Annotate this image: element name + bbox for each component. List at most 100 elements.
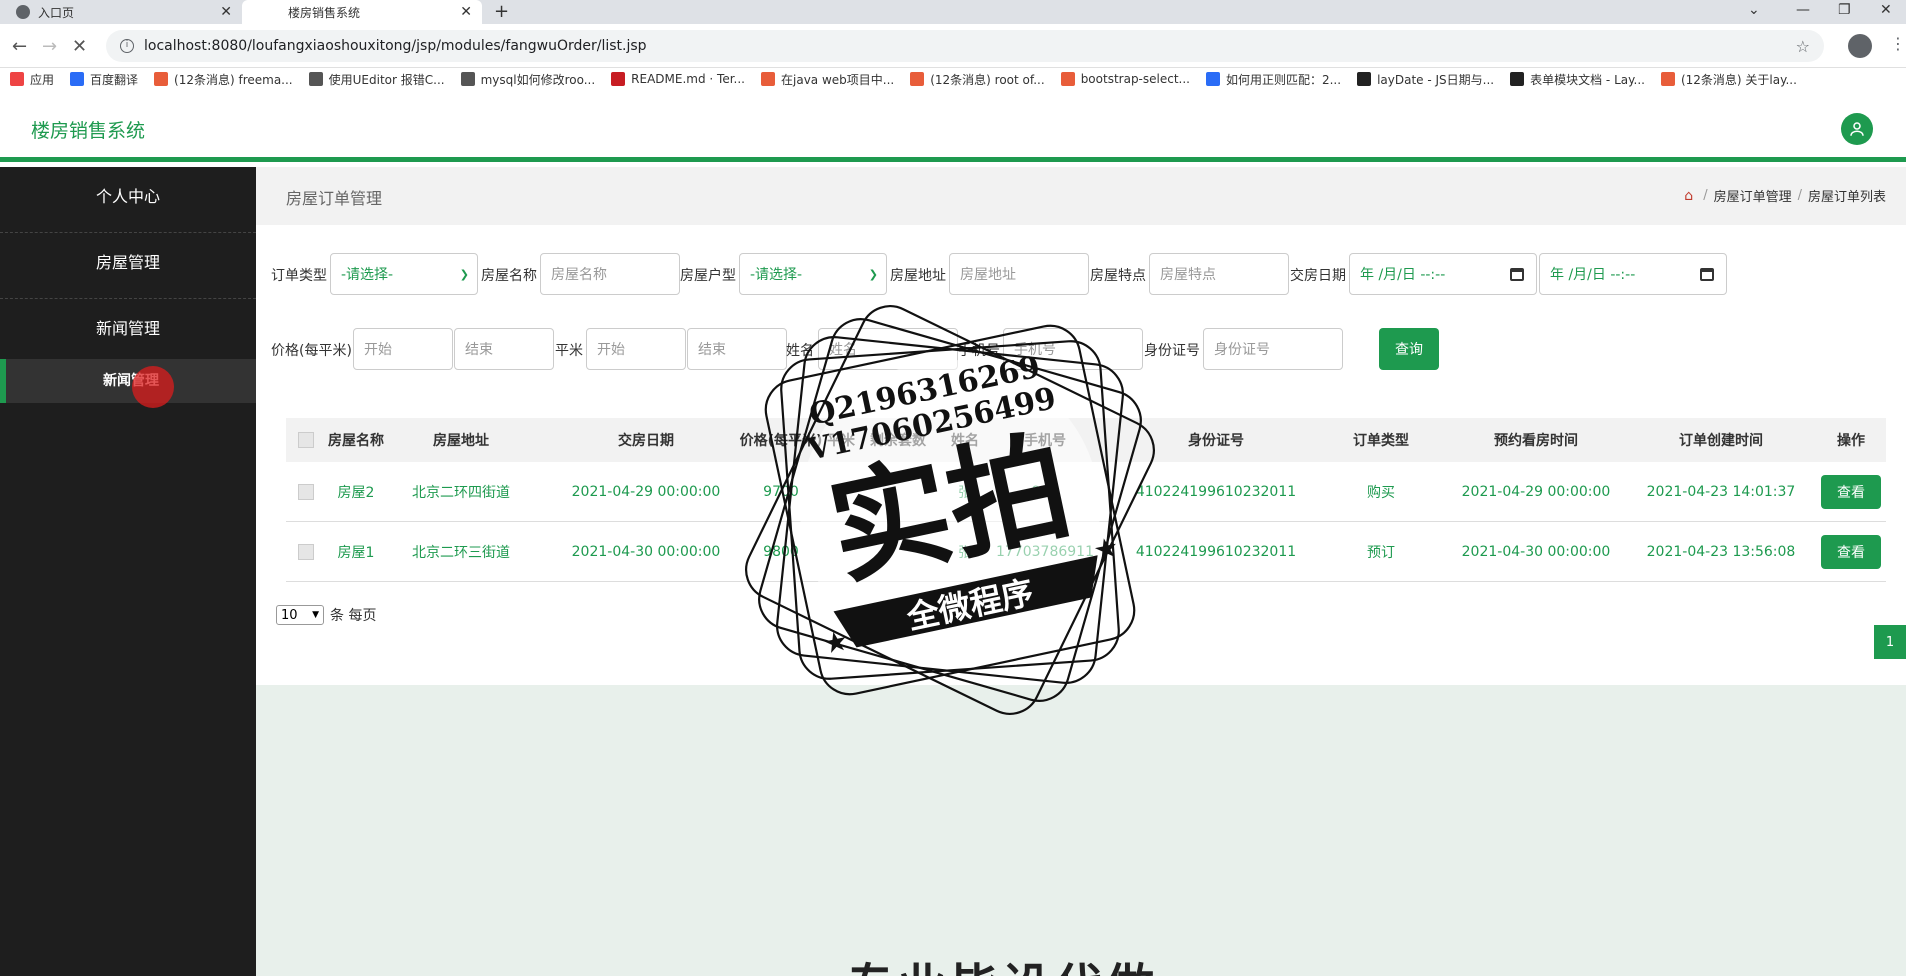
page-title: 房屋订单管理 <box>286 189 383 208</box>
sidebar-item-house[interactable]: 房屋管理 <box>0 233 256 299</box>
row-checkbox[interactable] <box>298 483 314 500</box>
column-header: 房屋名称 <box>328 433 384 449</box>
bookmark-favicon-icon <box>761 72 775 86</box>
breadcrumb-item: 房屋订单列表 <box>1807 190 1886 205</box>
table-cell: 2021-04-23 13:56:08 <box>1646 543 1796 560</box>
bookmark-favicon-icon <box>460 72 475 86</box>
page-header: 房屋订单管理 ⌂ / 房屋订单管理 / 房屋订单列表 <box>256 167 1906 225</box>
bookmark-item[interactable]: README.md · Ter... <box>611 72 745 86</box>
table-cell: 北京二环三街道 <box>412 544 510 561</box>
bookmark-item[interactable]: mysql如何修改roo... <box>460 71 595 88</box>
page-1-button[interactable]: 1 <box>1874 625 1906 659</box>
window-close-icon[interactable]: ✕ <box>1880 2 1892 18</box>
browser-tab-entry[interactable]: 入口页 ✕ <box>0 0 242 24</box>
bookmark-favicon-icon <box>910 72 925 86</box>
area-start-input[interactable]: 开始 <box>586 328 686 370</box>
per-page-label: 条 每页 <box>330 608 377 624</box>
url-input[interactable]: i localhost:8080/loufangxiaoshouxitong/j… <box>106 30 1824 62</box>
browser-menu-icon[interactable]: ⋮ <box>1890 34 1906 53</box>
close-icon[interactable]: ✕ <box>460 4 472 20</box>
view-button[interactable]: 查看 <box>1821 534 1881 569</box>
globe-icon <box>16 5 30 19</box>
house-name-input[interactable]: 房屋名称 <box>540 253 680 295</box>
chevron-down-icon: ▼ <box>312 610 319 620</box>
bookmark-star-icon[interactable]: ☆ <box>1796 37 1810 56</box>
table-cell: 房屋2 <box>337 484 375 501</box>
delivery-date-label: 交房日期 <box>1290 268 1346 284</box>
tab-title: 入口页 <box>38 5 75 20</box>
tab-search-icon[interactable]: ⌄ <box>1748 2 1760 18</box>
table-cell: 预订 <box>1367 544 1395 561</box>
column-header: 订单类型 <box>1353 433 1409 449</box>
column-header: 预约看房时间 <box>1494 433 1578 449</box>
table-cell: 2021-04-23 14:01:37 <box>1646 483 1796 500</box>
chevron-down-icon: ❯ <box>459 267 469 281</box>
bookmark-item[interactable]: (12条消息) root of... <box>910 71 1045 88</box>
bookmarks-bar: 应用 百度翻译 (12条消息) freema... 使用UEditor 报错C... m… <box>0 68 1906 90</box>
app-title: 楼房销售系统 <box>31 120 146 142</box>
breadcrumb-item[interactable]: 房屋订单管理 <box>1714 186 1792 205</box>
bookmark-favicon-icon <box>10 72 24 86</box>
bookmark-item[interactable]: 在java web项目中... <box>761 71 894 88</box>
row-checkbox[interactable] <box>298 543 314 560</box>
bookmark-item[interactable]: (12条消息) freema... <box>154 71 293 88</box>
calendar-icon[interactable] <box>1510 267 1524 281</box>
bookmark-favicon-icon <box>1357 72 1372 86</box>
star-icon: ★ <box>1090 530 1121 567</box>
sidebar-subitem-news-manage[interactable]: 新闻管理 <box>0 359 256 403</box>
bookmark-favicon-icon <box>70 72 85 86</box>
table-cell: 北京二环四街道 <box>412 484 510 501</box>
sidebar-item-news[interactable]: 新闻管理 <box>0 299 256 365</box>
restore-icon[interactable]: ❐ <box>1838 2 1851 18</box>
bookmark-item[interactable]: 使用UEditor 报错C... <box>308 71 445 88</box>
user-icon <box>1850 122 1864 136</box>
forward-icon[interactable]: → <box>42 36 57 57</box>
bookmark-favicon-icon <box>1510 72 1525 86</box>
stop-loading-icon[interactable]: ✕ <box>72 36 87 57</box>
price-end-input[interactable]: 结束 <box>454 328 554 370</box>
bookmark-favicon-icon <box>611 72 626 86</box>
area-label: 平米 <box>555 343 583 359</box>
house-name-label: 房屋名称 <box>481 268 537 284</box>
new-tab-icon[interactable]: + <box>494 1 509 22</box>
delivery-date-start-input[interactable]: 年 /月/日 --:-- <box>1349 253 1537 295</box>
info-icon[interactable]: i <box>120 39 134 53</box>
bookmark-item[interactable]: layDate - JS日期与... <box>1357 71 1494 88</box>
order-type-label: 订单类型 <box>271 268 327 284</box>
profile-avatar-icon[interactable] <box>1848 34 1872 58</box>
bookmark-item[interactable]: 应用 <box>10 71 54 88</box>
table-cell: 2021-04-30 00:00:00 <box>1461 543 1611 560</box>
view-button[interactable]: 查看 <box>1821 474 1881 509</box>
table-cell: 购买 <box>1367 484 1395 501</box>
calendar-icon[interactable] <box>1700 267 1714 281</box>
app-header: 楼房销售系统 <box>0 90 1906 162</box>
sidebar: 个人中心 房屋管理 新闻管理 新闻管理 <box>0 167 256 976</box>
order-type-select[interactable]: -请选择- ❯ <box>330 253 478 295</box>
price-label: 价格(每平米) <box>271 343 352 359</box>
user-menu-button[interactable] <box>1841 113 1873 145</box>
page-size-select[interactable]: 10 ▼ <box>276 605 324 625</box>
bookmark-item[interactable]: 百度翻译 <box>70 71 138 88</box>
table-cell: 房屋1 <box>337 544 375 561</box>
idcard-input[interactable]: 身份证号 <box>1203 328 1343 370</box>
price-start-input[interactable]: 开始 <box>353 328 453 370</box>
close-icon[interactable]: ✕ <box>220 4 232 20</box>
bookmark-item[interactable]: (12条消息) 关于lay... <box>1660 71 1797 88</box>
back-icon[interactable]: ← <box>12 36 27 57</box>
bookmark-item[interactable]: bootstrap-select... <box>1060 72 1190 86</box>
bookmark-favicon-icon <box>1660 72 1675 86</box>
query-button[interactable]: 查询 <box>1379 328 1439 370</box>
bookmark-favicon-icon <box>308 72 323 86</box>
browser-tab-system[interactable]: 楼房销售系统 ✕ <box>242 0 482 24</box>
bookmark-item[interactable]: 如何用正则匹配：2... <box>1205 71 1341 88</box>
minimize-icon[interactable]: — <box>1796 2 1810 18</box>
select-all-checkbox[interactable] <box>298 432 314 448</box>
home-icon[interactable]: ⌂ <box>1684 188 1693 204</box>
sidebar-item-profile[interactable]: 个人中心 <box>0 167 256 233</box>
bookmark-item[interactable]: 表单模块文档 - Lay... <box>1510 71 1645 88</box>
lower-banner-text: 专业毕设代做 <box>846 947 1158 976</box>
delivery-date-end-input[interactable]: 年 /月/日 --:-- <box>1539 253 1727 295</box>
cursor-highlight <box>132 366 174 408</box>
column-header: 房屋地址 <box>433 433 489 449</box>
browser-tabbar: 入口页 ✕ 楼房销售系统 ✕ + ⌄ — ❐ ✕ <box>0 0 1906 24</box>
